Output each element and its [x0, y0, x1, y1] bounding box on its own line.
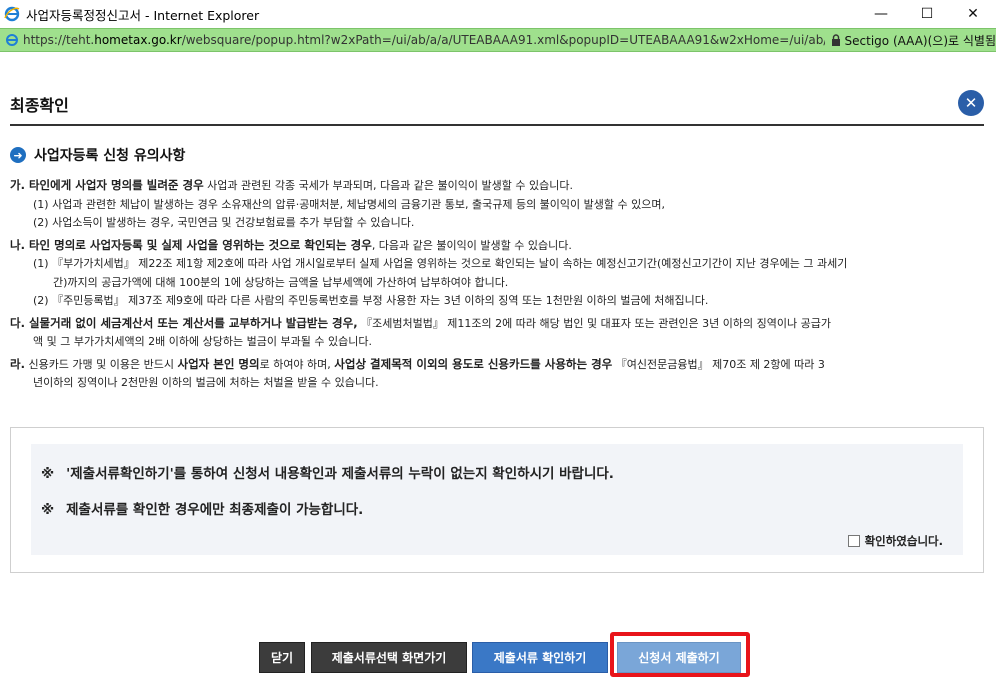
- notice-sub: (1) 『부가가치세법』 제22조 제1항 제2호에 따라 사업 개시일로부터 …: [33, 257, 848, 270]
- maximize-button[interactable]: ☐: [904, 0, 950, 28]
- confirm-box: ※ '제출서류확인하기'를 통하여 신청서 내용확인과 제출서류의 누락이 없는지…: [10, 427, 984, 573]
- address-bar[interactable]: https://teht.hometax.go.kr/websquare/pop…: [0, 28, 996, 52]
- notice-sub: 간)까지의 공급가액에 대해 100분의 1에 상당하는 금액을 납부세액에 가…: [53, 275, 509, 289]
- arrow-right-icon: ➜: [10, 147, 26, 163]
- notice-item-ra: 라. 신용카드 가맹 및 이용은 반드시 사업자 본인 명의로 하여야 하며, …: [10, 356, 825, 371]
- highlight-box: [610, 632, 750, 677]
- confirm-line-2: ※ 제출서류를 확인한 경우에만 최종제출이 가능합니다.: [41, 502, 364, 518]
- notice-item-da: 다. 실물거래 없이 세금계산서 또는 계산서를 교부하거나 발급받는 경우, …: [10, 315, 831, 330]
- section-title: 사업자등록 신청 유의사항: [34, 148, 186, 164]
- url-text[interactable]: https://teht.hometax.go.kr/websquare/pop…: [23, 33, 893, 47]
- internet-explorer-icon: [4, 6, 20, 22]
- minimize-button[interactable]: —: [858, 0, 904, 28]
- certificate-info[interactable]: Sectigo (AAA)(으)로 식별됨: [824, 29, 996, 51]
- confirm-docs-button[interactable]: 제출서류 확인하기: [472, 642, 608, 673]
- notice-sub: 년이하의 징역이나 2천만원 이하의 벌금에 처하는 처벌을 받을 수 있습니다…: [33, 376, 379, 389]
- popup-close-button[interactable]: ✕: [958, 90, 984, 116]
- title-divider: [10, 124, 984, 126]
- close-button[interactable]: 닫기: [259, 642, 305, 673]
- window-title-bar: 사업자등록정정신고서 - Internet Explorer — ☐ ✕: [0, 0, 996, 28]
- notice-sub: (2) 『주민등록법』 제37조 제9호에 따라 다른 사람의 주민등록번호를 …: [33, 294, 709, 307]
- notice-item-ga: 가. 타인에게 사업자 명의를 빌려준 경우 사업과 관련된 각종 국세가 부과…: [10, 178, 573, 192]
- page-icon: [6, 34, 18, 46]
- window-title: 사업자등록정정신고서 - Internet Explorer: [26, 7, 260, 23]
- lock-icon: [831, 34, 840, 46]
- section-header: ➜ 사업자등록 신청 유의사항: [10, 145, 185, 165]
- window-close-button[interactable]: ✕: [950, 0, 996, 28]
- confirm-checkbox[interactable]: [847, 535, 860, 547]
- page-title: 최종확인: [10, 96, 69, 115]
- notice-list: 가. 타인에게 사업자 명의를 빌려준 경우 사업과 관련된 각종 국세가 부과…: [10, 176, 986, 393]
- notice-sub: (1) 사업과 관련한 체납이 발생하는 경우 소유재산의 압류·공매처분, 체…: [33, 197, 665, 211]
- confirm-panel: ※ '제출서류확인하기'를 통하여 신청서 내용확인과 제출서류의 누락이 없는지…: [31, 444, 963, 555]
- confirm-line-1: ※ '제출서류확인하기'를 통하여 신청서 내용확인과 제출서류의 누락이 없는지…: [41, 466, 614, 482]
- notice-item-na: 나. 타인 명의로 사업자등록 및 실제 사업을 영위하는 것으로 확인되는 경…: [10, 237, 572, 252]
- notice-sub: 액 및 그 부가가치세액의 2배 이하에 상당하는 벌금이 부과될 수 있습니다…: [33, 335, 372, 348]
- goto-select-button[interactable]: 제출서류선택 화면가기: [311, 642, 467, 673]
- confirm-checkbox-label[interactable]: 확인하였습니다.: [865, 533, 943, 549]
- confirm-checkbox-row[interactable]: 확인하였습니다.: [847, 533, 943, 549]
- certificate-label: Sectigo (AAA)(으)로 식별됨: [844, 33, 996, 48]
- notice-sub: (2) 사업소득이 발생하는 경우, 국민연금 및 건강보험료를 추가 부담할 …: [33, 216, 415, 229]
